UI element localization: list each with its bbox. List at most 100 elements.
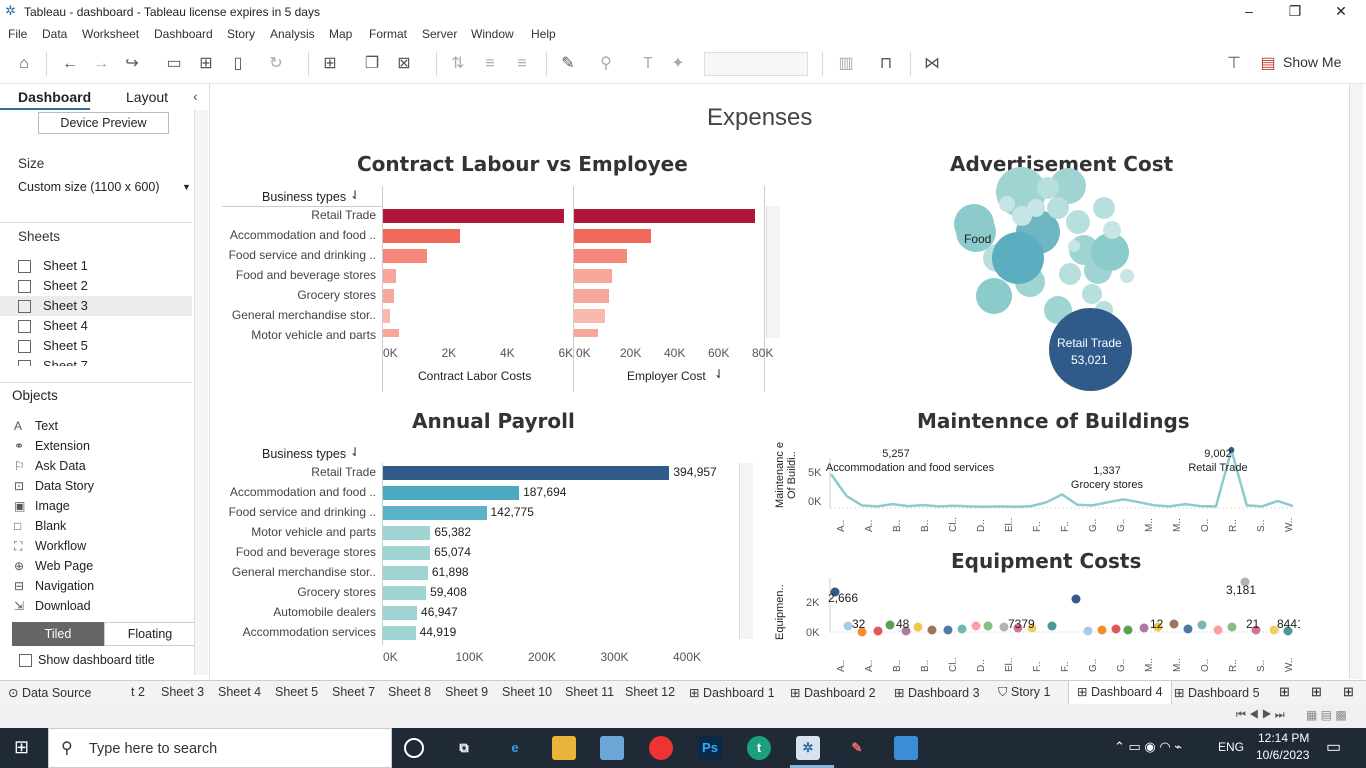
clear-icon[interactable]: ⊠ [394, 54, 414, 74]
sheet-tab[interactable]: ⊞ Dashboard 5 [1174, 685, 1260, 700]
menu-story[interactable]: Story [227, 27, 255, 41]
sheet-tab[interactable]: Sheet 7 [332, 685, 375, 699]
task-view-icon[interactable]: ⧉ [452, 736, 476, 760]
main-scrollbar[interactable] [1349, 84, 1363, 679]
sheet-item[interactable]: Sheet 4 [18, 316, 192, 336]
menu-format[interactable]: Format [369, 27, 407, 41]
tiled-button[interactable]: Tiled [12, 622, 104, 646]
object-item[interactable]: ▣ Image [14, 496, 70, 516]
windows-start-icon[interactable]: ⊞ [14, 737, 29, 758]
tableau-taskbar-icon[interactable]: ✲ [796, 736, 820, 760]
chevron-down-icon[interactable]: ▼ [182, 182, 191, 192]
sheet-tab[interactable]: ⊞ Dashboard 1 [689, 685, 775, 700]
app-icon[interactable]: ✎ [845, 736, 869, 760]
advert-bubble[interactable] [976, 278, 1012, 314]
contract-scrollbar[interactable] [766, 206, 780, 338]
menu-file[interactable]: File [8, 27, 27, 41]
payroll-bar[interactable] [383, 626, 416, 640]
sort-icon[interactable]: ⇃ [714, 367, 724, 381]
undo-icon[interactable]: ← [60, 54, 80, 74]
menu-analysis[interactable]: Analysis [270, 27, 315, 41]
new-datasource-icon[interactable]: ⊞ [196, 54, 216, 74]
sheet-tab[interactable]: ⛉ Story 1 [998, 685, 1050, 700]
advert-bubble[interactable] [1103, 221, 1121, 239]
contract-bar[interactable] [383, 209, 564, 223]
employer-bar[interactable] [574, 309, 605, 323]
duplicate-icon[interactable]: ❐ [362, 54, 382, 74]
payroll-bar[interactable] [383, 606, 418, 620]
contract-bar[interactable] [383, 249, 427, 263]
advert-bubble[interactable] [1120, 269, 1134, 283]
show-me-icon[interactable]: ▤ [1258, 54, 1278, 74]
advert-bubble[interactable] [1066, 210, 1090, 234]
advert-bubble[interactable] [1059, 263, 1081, 285]
sheet-tab[interactable]: Sheet 8 [388, 685, 431, 699]
advert-bubble[interactable] [992, 232, 1044, 284]
share-icon[interactable]: ⋈ [922, 54, 942, 74]
collapse-pane-icon[interactable]: ‹ [193, 88, 198, 104]
object-item[interactable]: □ Blank [14, 516, 66, 536]
sort-icon[interactable]: ⇃ [350, 188, 360, 202]
new-worksheet-tab-icon[interactable]: ⊞ [1279, 684, 1290, 700]
swap-icon[interactable]: ⇅ [448, 54, 468, 74]
pause-updates-icon[interactable]: ▯ [228, 54, 248, 74]
contract-bar[interactable] [383, 309, 391, 323]
sort-icon[interactable]: ⇃ [350, 445, 360, 459]
sort-desc-icon[interactable]: ≡ [512, 54, 532, 74]
payroll-bar[interactable] [383, 466, 670, 480]
tab-layout[interactable]: Layout [126, 89, 168, 105]
tray-icons[interactable]: ⌃ ▭ ◉ ◠ ⌁ [1114, 739, 1182, 755]
sheet-tab[interactable]: Sheet 10 [502, 685, 552, 699]
new-story-tab-icon[interactable]: ⊞ [1343, 684, 1354, 700]
size-dropdown[interactable]: Custom size (1100 x 600) [18, 180, 160, 194]
sheet-item[interactable]: Sheet 3 [0, 296, 192, 316]
payroll-bar[interactable] [383, 566, 428, 580]
home-icon[interactable]: ⌂ [14, 54, 34, 74]
cortana-icon[interactable] [404, 738, 424, 758]
object-item[interactable]: A Text [14, 416, 58, 436]
replay-icon[interactable]: ↪ [122, 54, 142, 74]
payroll-bar[interactable] [383, 526, 431, 540]
cards-icon[interactable]: ▥ [836, 54, 856, 74]
sheet-item[interactable]: Sheet 7 [18, 356, 192, 366]
language-indicator[interactable]: ENG [1218, 740, 1244, 754]
view-grid-icon[interactable]: ▦ ▤ ▩ [1306, 708, 1347, 722]
advert-bubble[interactable] [999, 196, 1015, 212]
payroll-bar[interactable] [383, 546, 431, 560]
sheet-tab[interactable]: Sheet 9 [445, 685, 488, 699]
sheet-tab[interactable]: ⊞ Dashboard 4 [1068, 681, 1172, 705]
employer-bar[interactable] [574, 269, 612, 283]
show-me-button[interactable]: Show Me [1283, 54, 1341, 70]
contract-bar[interactable] [383, 229, 461, 243]
payroll-bar[interactable] [383, 586, 427, 600]
group-icon[interactable]: ⚲ [596, 54, 616, 74]
refresh-icon[interactable]: ↻ [266, 54, 286, 74]
sheet-tab[interactable]: Sheet 11 [565, 685, 614, 699]
label-icon[interactable]: T [638, 54, 658, 74]
redo-icon[interactable]: → [91, 54, 111, 74]
object-item[interactable]: ⚭ Extension [14, 436, 90, 456]
menu-help[interactable]: Help [531, 27, 556, 41]
clock-time[interactable]: 12:14 PM [1258, 731, 1309, 745]
payroll-bar[interactable] [383, 506, 487, 520]
advert-bubble[interactable] [1037, 177, 1059, 199]
sheet-tab[interactable]: ⊞ Dashboard 3 [894, 685, 980, 700]
taskbar-search-box[interactable]: ⚲ Type here to search [48, 728, 392, 768]
menu-map[interactable]: Map [329, 27, 352, 41]
pin-icon[interactable]: ✦ [668, 54, 688, 74]
restore-button[interactable]: ❐ [1272, 0, 1318, 24]
photos-icon[interactable] [894, 736, 918, 760]
notifications-icon[interactable]: ▭ [1326, 737, 1341, 757]
employer-bar[interactable] [574, 249, 627, 263]
sheet-tab[interactable]: Sheet 5 [275, 685, 318, 699]
sheet-tab[interactable]: Sheet 4 [218, 685, 261, 699]
sheet-tab[interactable]: ⊙ Data Source [8, 685, 91, 700]
tab-dashboard[interactable]: Dashboard [18, 89, 91, 105]
payroll-scrollbar[interactable] [739, 463, 753, 639]
minimize-button[interactable]: – [1226, 0, 1272, 24]
menu-server[interactable]: Server [422, 27, 457, 41]
contract-bar[interactable] [383, 329, 400, 337]
sort-asc-icon[interactable]: ≡ [480, 54, 500, 74]
highlight-icon[interactable]: ✎ [558, 54, 578, 74]
employer-bar[interactable] [574, 209, 755, 223]
